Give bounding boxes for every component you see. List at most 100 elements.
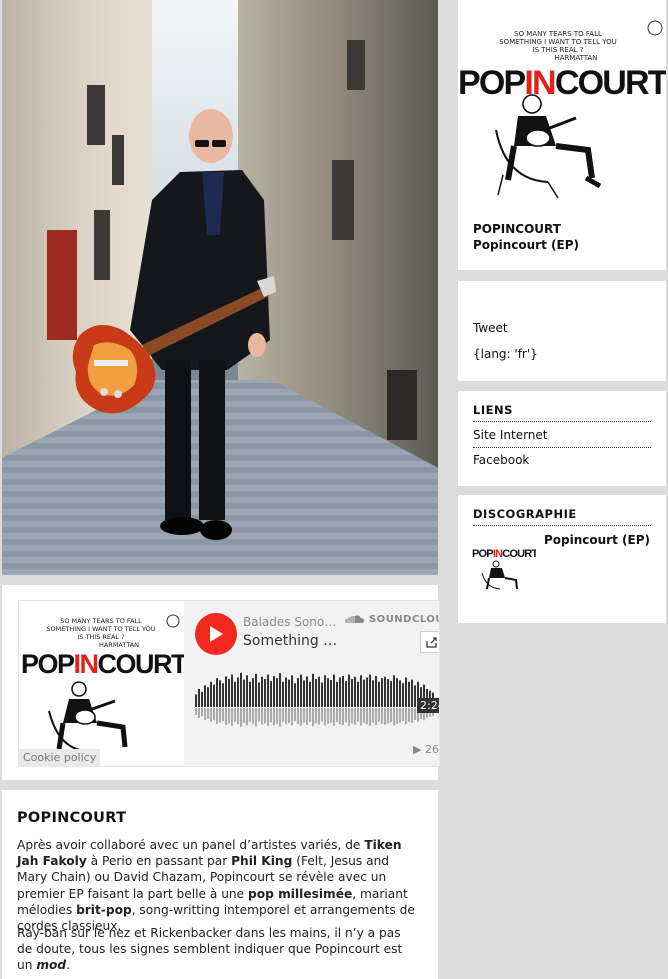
waveform-bar xyxy=(294,683,296,707)
article-paragraph: Ray-ban sur le nez et Rickenbacker dans … xyxy=(17,926,403,973)
waveform-bar xyxy=(414,685,416,707)
svg-text:SOMETHING I WANT TO TELL YOU: SOMETHING I WANT TO TELL YOU xyxy=(46,625,155,633)
waveform-reflection xyxy=(285,708,287,725)
soundcloud-logo[interactable]: SOUNDCLOUD xyxy=(345,614,439,625)
waveform-reflection xyxy=(336,708,338,722)
waveform-reflection xyxy=(330,708,332,723)
waveform-bar xyxy=(216,678,218,707)
waveform-reflection xyxy=(312,708,314,727)
waveform-bar xyxy=(378,681,380,707)
album-artist: POPINCOURT xyxy=(473,222,561,236)
waveform-bar xyxy=(267,674,269,707)
waveform-reflection xyxy=(201,708,203,717)
svg-text:HARMATTAN: HARMATTAN xyxy=(554,54,597,62)
waveform-reflection xyxy=(234,708,236,722)
waveform-reflection xyxy=(303,708,305,723)
play-button[interactable] xyxy=(195,613,237,655)
player-cover-art: SO MANY TEARS TO FALL SOMETHING I WANT T… xyxy=(19,601,190,766)
play-icon xyxy=(210,626,223,642)
waveform-bar xyxy=(297,678,299,707)
svg-text:SOMETHING I WANT TO TELL YOU: SOMETHING I WANT TO TELL YOU xyxy=(499,38,617,46)
waveform-reflection xyxy=(306,708,308,725)
links-heading: LIENS xyxy=(473,403,513,417)
waveform-bar xyxy=(336,681,338,707)
waveform-reflection xyxy=(393,708,395,726)
discography-card: DISCOGRAPHIE POPINCOURT Popincourt (EP) xyxy=(458,495,666,623)
svg-text:SO MANY TEARS TO FALL: SO MANY TEARS TO FALL xyxy=(514,30,602,38)
discography-album-title[interactable]: Popincourt (EP) xyxy=(544,533,650,547)
waveform-reflection xyxy=(213,708,215,721)
waveform-reflection xyxy=(258,708,260,722)
divider xyxy=(473,525,651,526)
website-link[interactable]: Site Internet xyxy=(473,428,548,442)
album-title[interactable]: Popincourt (EP) xyxy=(473,238,579,252)
waveform-reflection xyxy=(402,708,404,722)
facebook-link[interactable]: Facebook xyxy=(473,453,529,467)
waveform-bar xyxy=(270,681,272,707)
track-uploader[interactable]: Balades Sono… xyxy=(243,615,336,629)
waveform-bar xyxy=(345,681,347,707)
soundcloud-player[interactable]: SO MANY TEARS TO FALL SOMETHING I WANT T… xyxy=(18,600,440,767)
waveform-bar xyxy=(351,678,353,707)
svg-text:IS THIS REAL ?: IS THIS REAL ? xyxy=(533,46,584,54)
cover-art: SO MANY TEARS TO FALL SOMETHING I WANT T… xyxy=(21,614,190,752)
waveform-bar xyxy=(360,675,362,707)
waveform-reflection xyxy=(399,708,401,723)
waveform-bar xyxy=(255,673,257,707)
waveform-reflection xyxy=(204,708,206,720)
waveform-bar xyxy=(309,681,311,707)
waveform-bar xyxy=(288,679,290,707)
waveform-bar xyxy=(372,680,374,707)
waveform-reflection xyxy=(342,708,344,726)
waveform-bar xyxy=(312,673,314,707)
album-cover[interactable]: SO MANY TEARS TO FALL SOMETHING I WANT T… xyxy=(458,0,666,205)
share-button[interactable] xyxy=(420,631,439,653)
waveform-bar xyxy=(342,676,344,707)
waveform-bar xyxy=(399,680,401,707)
waveform-bar xyxy=(357,681,359,707)
waveform-bar xyxy=(366,677,368,707)
waveform-reflection xyxy=(219,708,221,723)
waveform-bar xyxy=(339,677,341,707)
waveform-reflection xyxy=(366,708,368,725)
waveform-bar xyxy=(405,677,407,707)
waveform-reflection xyxy=(345,708,347,723)
cookie-policy-link[interactable]: Cookie policy xyxy=(19,749,101,766)
svg-text:IS THIS REAL ?: IS THIS REAL ? xyxy=(77,633,124,641)
discography-thumbnail[interactable]: POPINCOURT xyxy=(472,533,536,593)
track-title[interactable]: Something … xyxy=(243,633,337,649)
waveform-reflection xyxy=(198,708,200,718)
waveform-reflection xyxy=(279,708,281,727)
play-count: ▶ 26 xyxy=(413,743,439,756)
waveform-reflection xyxy=(324,708,326,726)
waveform-bar xyxy=(381,678,383,707)
waveform-bar xyxy=(237,677,239,707)
svg-text:SO MANY TEARS TO FALL: SO MANY TEARS TO FALL xyxy=(60,617,142,625)
waveform-bar xyxy=(228,678,230,707)
tweet-link[interactable]: Tweet xyxy=(473,321,508,335)
waveform-bar xyxy=(240,672,242,707)
waveform-reflection xyxy=(414,708,416,720)
waveform-reflection xyxy=(240,708,242,727)
waveform[interactable] xyxy=(195,667,439,731)
waveform-bar xyxy=(213,684,215,707)
waveform-bar xyxy=(324,675,326,707)
share-icon xyxy=(426,636,437,648)
waveform-reflection xyxy=(309,708,311,722)
waveform-bar xyxy=(396,678,398,707)
waveform-reflection xyxy=(372,708,374,723)
waveform-bar xyxy=(207,687,209,707)
waveform-reflection xyxy=(237,708,239,725)
waveform-reflection xyxy=(294,708,296,722)
waveform-reflection xyxy=(360,708,362,726)
waveform-bar xyxy=(219,680,221,707)
waveform-reflection xyxy=(228,708,230,724)
waveform-reflection xyxy=(207,708,209,719)
waveform-reflection xyxy=(381,708,383,724)
waveform-reflection xyxy=(297,708,299,724)
waveform-bar xyxy=(234,681,236,707)
svg-text:POPINCOURT: POPINCOURT xyxy=(21,649,184,679)
waveform-bar xyxy=(375,676,377,707)
waveform-bar xyxy=(390,681,392,707)
social-card: Tweet {lang: 'fr'} xyxy=(458,281,666,381)
